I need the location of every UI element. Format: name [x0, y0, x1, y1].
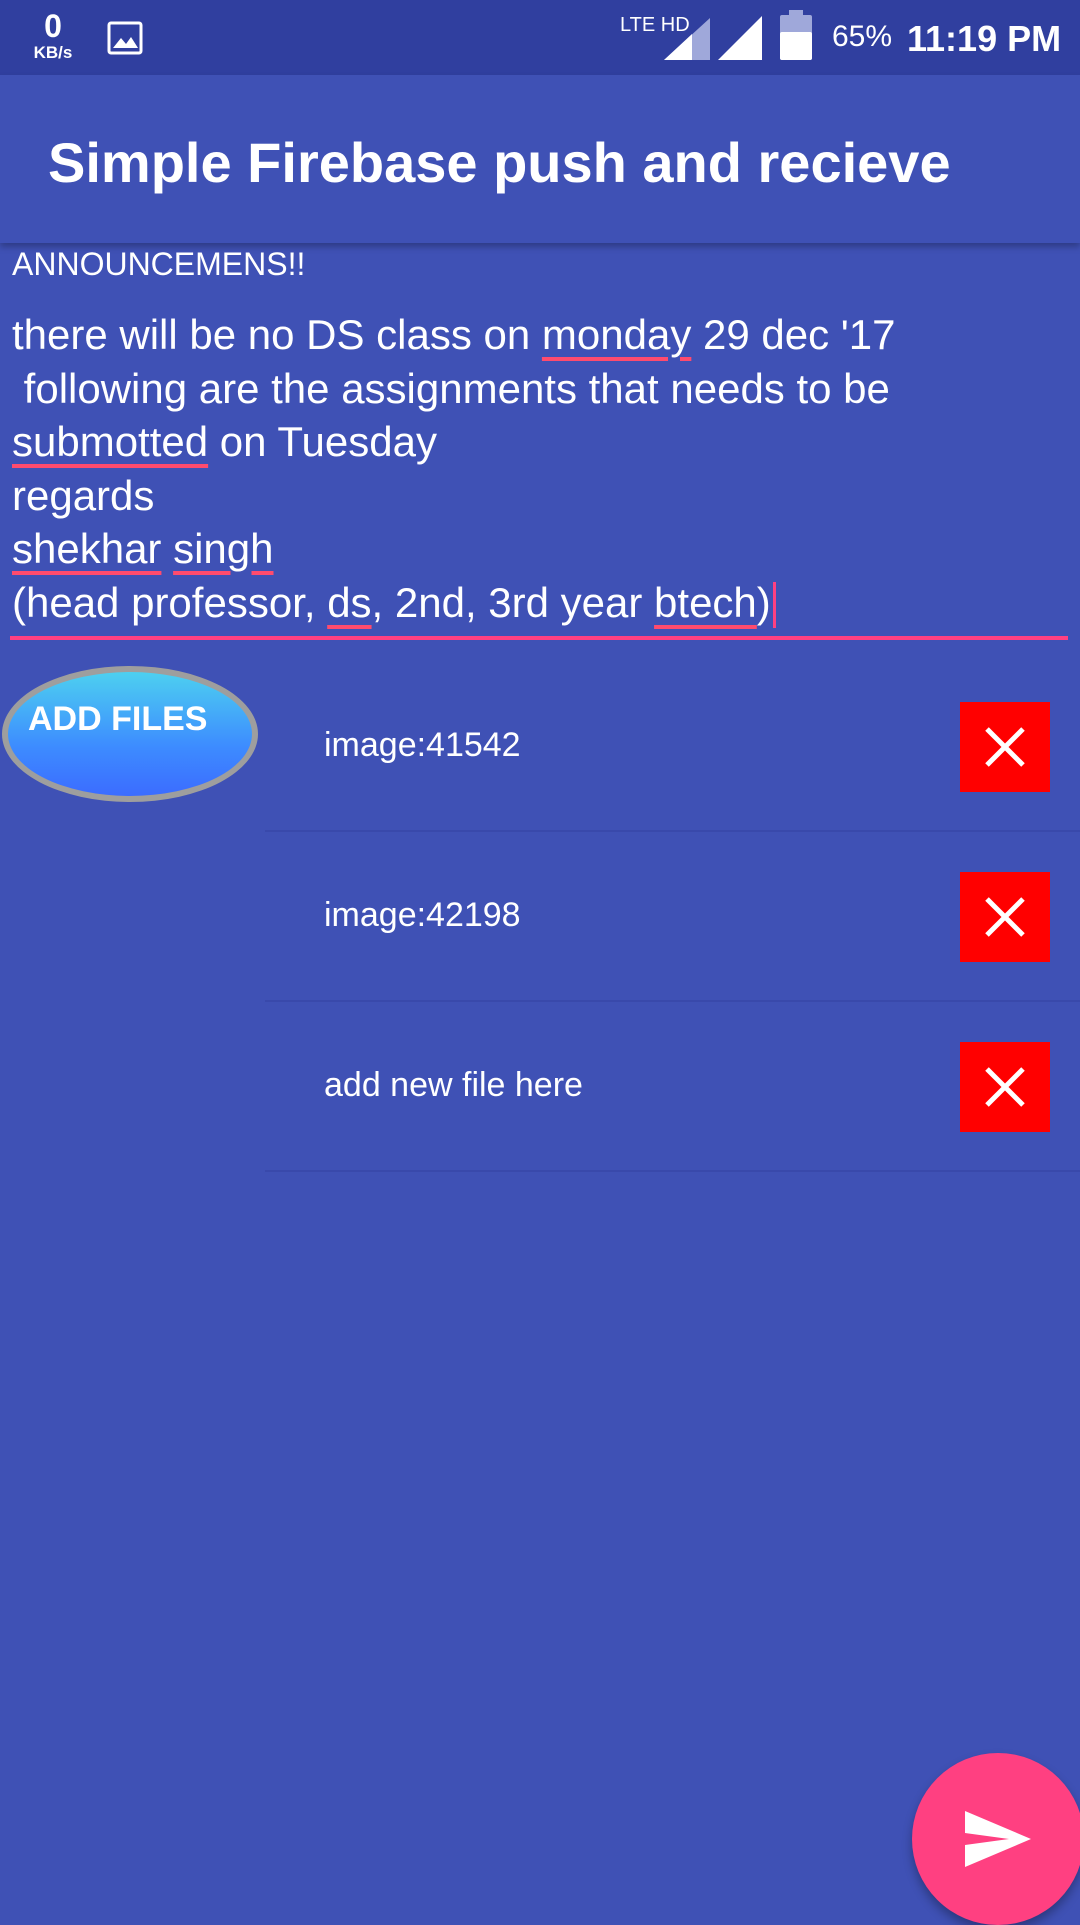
- list-item: image:41542: [265, 662, 1080, 832]
- file-list: image:41542 image:42198 add new file her…: [265, 662, 1080, 1172]
- add-files-label[interactable]: ADD FILES: [28, 700, 207, 739]
- remove-file-button[interactable]: [960, 702, 1050, 792]
- clock: 11:19 PM: [907, 18, 1062, 59]
- message-text: ): [756, 578, 771, 626]
- file-name: add new file here: [324, 1066, 583, 1104]
- close-icon: [985, 727, 1025, 767]
- text-cursor: [772, 582, 776, 629]
- message-line: submotted on Tuesday: [12, 415, 1068, 469]
- message-text: (head professor,: [12, 578, 328, 626]
- misspelled-word: btech: [654, 578, 757, 626]
- file-name: image:42198: [324, 896, 521, 934]
- remove-file-button[interactable]: [960, 872, 1050, 962]
- message-line: regards: [12, 469, 1068, 523]
- list-item: image:42198: [265, 832, 1080, 1002]
- message-text: , 2nd, 3rd year: [371, 578, 655, 626]
- message-field-underline: [10, 636, 1068, 640]
- misspelled-word: singh: [173, 525, 274, 572]
- message-line: shekhar singh: [12, 522, 1068, 576]
- network-speed-indicator: 0 KB/s: [26, 10, 80, 61]
- network-speed-value: 0: [44, 8, 62, 44]
- message-text: on Tuesday: [208, 418, 437, 465]
- close-icon: [985, 1067, 1025, 1107]
- message-text: there will be no DS class on: [12, 311, 542, 358]
- announcement-message-field[interactable]: there will be no DS class on monday 29 d…: [12, 308, 1068, 638]
- remove-file-button[interactable]: [960, 1042, 1050, 1132]
- gallery-icon: [107, 21, 143, 55]
- misspelled-word: ds: [327, 578, 372, 626]
- list-item: add new file here: [265, 1002, 1080, 1172]
- message-text: following are the assignments that needs…: [12, 364, 890, 412]
- misspelled-word: submotted: [12, 418, 209, 465]
- send-button[interactable]: [912, 1753, 1080, 1925]
- network-speed-unit: KB/s: [33, 43, 73, 62]
- file-name: image:41542: [324, 726, 521, 764]
- signal-icon: [664, 18, 710, 60]
- message-text: 29 dec '17: [691, 311, 896, 358]
- announcement-label: ANNOUNCEMENS!!: [12, 246, 306, 282]
- page-title: Simple Firebase push and recieve: [48, 131, 951, 194]
- misspelled-word: monday: [541, 311, 692, 358]
- close-icon: [985, 897, 1025, 937]
- app-bar: Simple Firebase push and recieve: [0, 75, 1080, 243]
- misspelled-word: shekhar: [12, 525, 162, 572]
- message-text: regards: [12, 471, 155, 519]
- message-line: (head professor, ds, 2nd, 3rd year btech…: [12, 576, 1068, 630]
- status-bar: 0 KB/s LTE HD 65% 11:19 PM: [0, 0, 1080, 75]
- message-line: there will be no DS class on monday 29 d…: [12, 308, 1068, 362]
- signal-icon: [718, 16, 762, 60]
- send-icon: [965, 1811, 1031, 1867]
- battery-icon: [780, 10, 812, 60]
- battery-percent: 65%: [832, 20, 893, 53]
- message-text: [161, 525, 173, 572]
- message-line: following are the assignments that needs…: [12, 362, 1068, 416]
